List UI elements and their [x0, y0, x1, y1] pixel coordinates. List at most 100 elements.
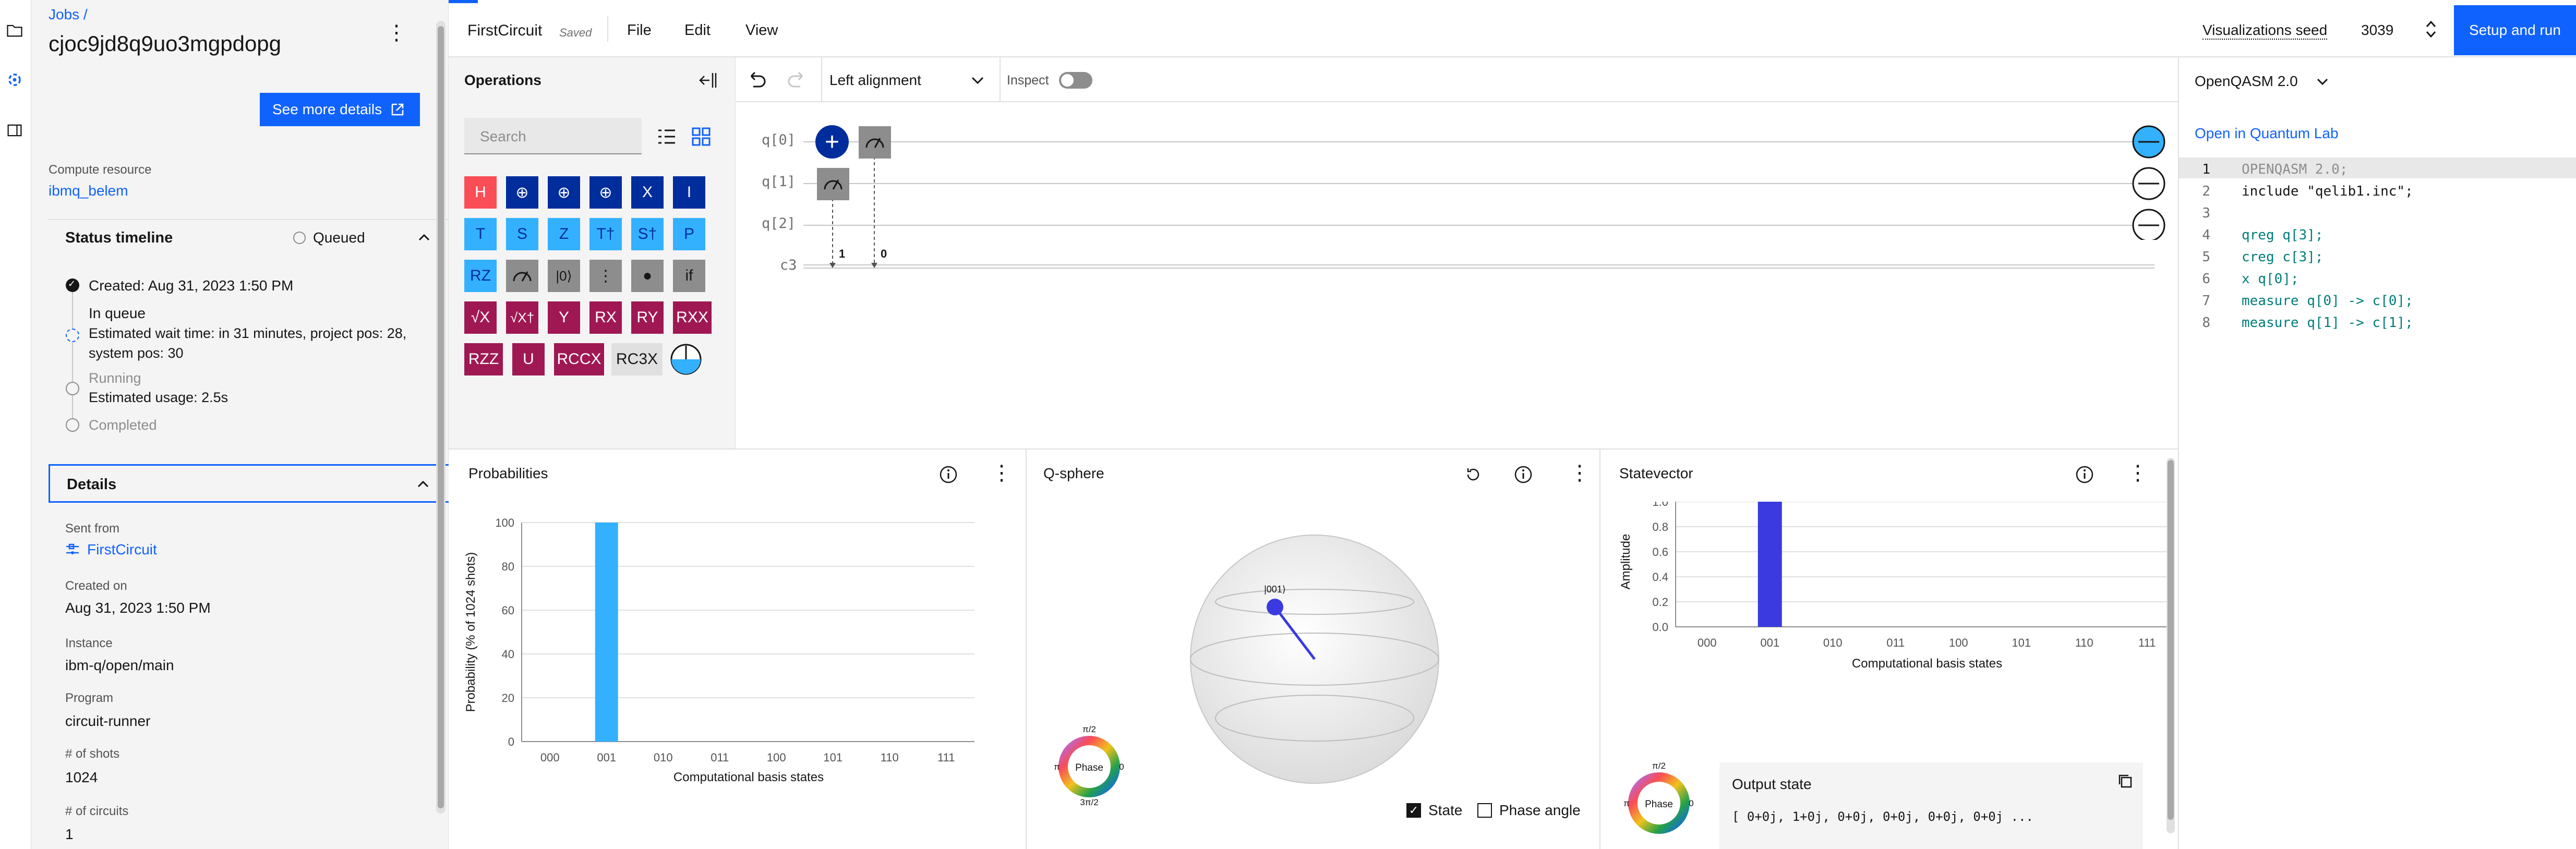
timeline-step-queue-icon	[66, 329, 79, 342]
menu-file[interactable]: File	[627, 22, 652, 39]
info-icon[interactable]	[1514, 465, 1533, 484]
gate-reset[interactable]: |0⟩	[548, 260, 580, 292]
gate-rzz[interactable]: RZZ	[464, 343, 503, 375]
folder-icon[interactable]	[5, 21, 24, 40]
overflow-menu-icon[interactable]: ⋮	[386, 21, 407, 45]
gate-x[interactable]: X	[631, 176, 664, 209]
compute-resource-link[interactable]: ibmq_belem	[49, 183, 128, 199]
gate-ry[interactable]: RY	[631, 301, 664, 334]
panel-icon[interactable]	[5, 121, 24, 140]
gate-u[interactable]: U	[512, 343, 545, 375]
timeline-step-created: Created: Aug 31, 2023 1:50 PM	[89, 277, 294, 294]
reset-view-icon[interactable]	[1464, 465, 1483, 484]
x-tick-label: 110	[881, 751, 899, 764]
gate-if[interactable]: if	[673, 260, 705, 292]
setup-and-run-button[interactable]: Setup and run	[2454, 5, 2576, 55]
overflow-menu-icon[interactable]: ⋮	[1569, 461, 1590, 485]
menu-edit[interactable]: Edit	[684, 22, 711, 39]
language-dropdown[interactable]: OpenQASM 2.0	[2195, 73, 2298, 90]
stepper-icon[interactable]	[2425, 19, 2437, 40]
sent-from-link[interactable]: FirstCircuit	[65, 541, 157, 558]
jobs-icon[interactable]	[5, 70, 24, 89]
list-view-icon[interactable]	[656, 126, 677, 147]
phase-tick: π	[1054, 762, 1060, 772]
collapse-panel-icon[interactable]	[698, 71, 718, 90]
bar-001[interactable]	[1758, 502, 1782, 627]
see-more-details-button[interactable]: See more details	[260, 93, 420, 126]
overflow-menu-icon[interactable]: ⋮	[2127, 461, 2148, 485]
timeline-step-queue: In queue	[89, 305, 146, 321]
chevron-up-icon	[417, 480, 429, 488]
statevector-title: Statevector	[1619, 465, 1693, 481]
gate-t[interactable]: T	[464, 218, 497, 250]
qsphere-visualization[interactable]: |001⟩	[1183, 528, 1444, 789]
gate-bloch[interactable]	[670, 343, 702, 375]
detail-label: # of circuits	[65, 804, 129, 818]
gate-control[interactable]: ●	[631, 260, 664, 292]
timeline-step-completed: Completed	[89, 417, 157, 433]
gate-rx[interactable]: RX	[589, 301, 622, 334]
gate-s[interactable]: S	[506, 218, 538, 250]
copy-icon[interactable]	[2117, 773, 2134, 790]
chevron-up-icon[interactable]	[416, 229, 432, 245]
chevron-down-icon[interactable]	[2316, 77, 2329, 87]
state-checkbox[interactable]: ✓ State	[1406, 802, 1462, 819]
compute-resource-label: Compute resource	[49, 163, 152, 177]
overflow-menu-icon[interactable]: ⋮	[991, 461, 1012, 485]
code-text: measure q[0] -> c[0];	[2242, 293, 2413, 309]
gate-measure[interactable]	[506, 260, 538, 292]
visualizations-seed-input[interactable]: 3039	[2361, 22, 2393, 39]
menu-view[interactable]: View	[745, 22, 778, 39]
info-icon[interactable]	[939, 465, 958, 484]
y-tick-label: 1.0	[1652, 502, 1668, 508]
code-lines[interactable]: 1 OPENQASM 2.0; 2 include "qelib1.inc"; 3 …	[2179, 159, 2576, 334]
circuit-name[interactable]: FirstCircuit	[467, 22, 542, 40]
phase-angle-checkbox[interactable]: Phase angle	[1477, 802, 1581, 819]
breadcrumb[interactable]: Jobs /	[49, 6, 88, 23]
gate-sqrt-x-dg[interactable]: √X†	[506, 301, 538, 334]
detail-label: Program	[65, 691, 114, 705]
gate-tdg[interactable]: T†	[589, 218, 622, 250]
x-tick-label: 101	[2012, 636, 2031, 649]
gate-sqrt-x[interactable]: √X	[464, 301, 497, 334]
scrollbar-track[interactable]	[2166, 458, 2175, 833]
code-text: include "qelib1.inc";	[2242, 184, 2413, 199]
gate-sdg[interactable]: S†	[631, 218, 664, 250]
circuit-x-gate[interactable]: +	[815, 125, 849, 159]
gate-toffoli[interactable]: ⊕	[548, 176, 580, 209]
sent-from-value: FirstCircuit	[87, 541, 157, 557]
status-text: Queued	[313, 229, 365, 246]
gate-rccx[interactable]: RCCX	[554, 343, 604, 375]
gate-cnot[interactable]: ⊕	[506, 176, 538, 209]
code-line: 6 x q[0];	[2179, 268, 2576, 290]
gate-i[interactable]: I	[673, 176, 705, 209]
grid-view-icon[interactable]	[691, 126, 712, 147]
phase-tick: 0	[1119, 762, 1124, 772]
queued-status-icon	[293, 232, 306, 244]
circuit-measure-q0[interactable]	[859, 126, 891, 159]
gate-rxx[interactable]: RXX	[673, 301, 712, 334]
detail-value: circuit-runner	[65, 713, 151, 729]
gate-rc3x[interactable]: RC3X	[611, 343, 663, 375]
operations-search-input[interactable]: Search	[464, 118, 642, 154]
info-icon[interactable]	[2075, 465, 2094, 484]
measure-icon	[824, 179, 842, 190]
circuit-canvas[interactable]: Left alignment Inspect q[0] q[1] q[2] c3…	[736, 57, 2178, 448]
scrollbar-thumb[interactable]	[2168, 460, 2174, 820]
circuit-measure-q1[interactable]	[817, 168, 849, 200]
scrollbar-track[interactable]	[436, 21, 446, 814]
gate-z[interactable]: Z	[548, 218, 580, 250]
gate-barrier[interactable]: ⋮	[589, 260, 622, 292]
line-number: 6	[2202, 271, 2210, 287]
status-badge: Queued	[293, 229, 365, 246]
open-in-quantum-lab-link[interactable]: Open in Quantum Lab	[2195, 125, 2339, 142]
bar-001[interactable]	[595, 523, 618, 742]
scrollbar-thumb[interactable]	[438, 26, 444, 808]
y-tick-label: 60	[502, 604, 514, 617]
gate-swap[interactable]: ⊕	[589, 176, 622, 209]
gate-h[interactable]: H	[464, 176, 497, 209]
gate-rz[interactable]: RZ	[464, 260, 497, 292]
details-accordion-header[interactable]: Details	[49, 464, 450, 503]
gate-y[interactable]: Y	[548, 301, 580, 334]
gate-p[interactable]: P	[673, 218, 705, 250]
